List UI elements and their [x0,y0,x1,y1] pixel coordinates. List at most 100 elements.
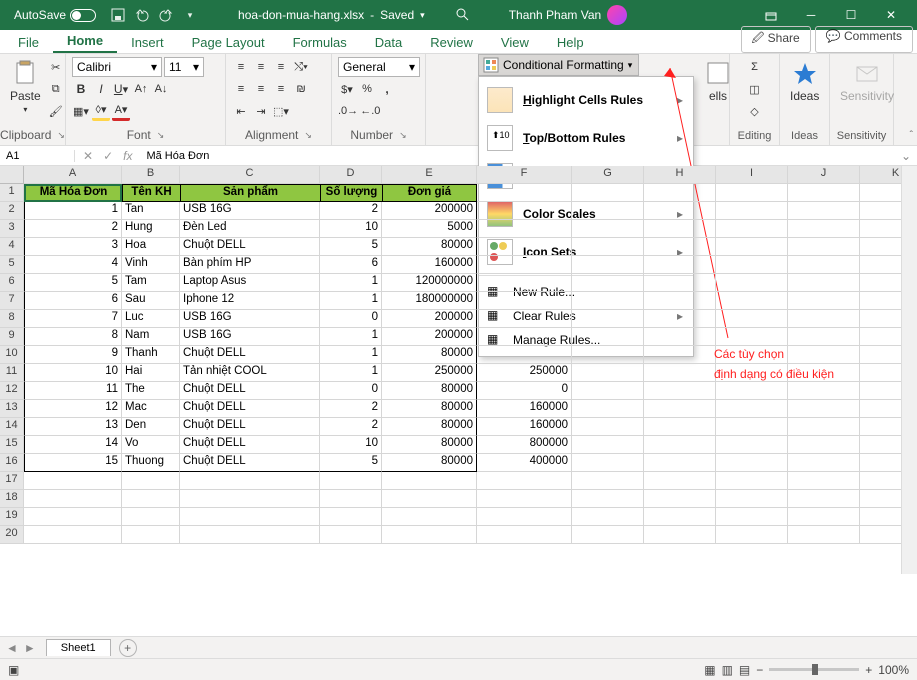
cell[interactable]: 2 [320,202,382,220]
align-mid-icon[interactable]: ≡ [252,57,270,77]
cell[interactable] [477,220,572,238]
cell[interactable] [788,526,860,544]
cell[interactable] [477,346,572,364]
cell[interactable]: Chuột DELL [180,238,320,256]
cell[interactable]: USB 16G [180,310,320,328]
cell[interactable]: 0 [320,382,382,400]
cell[interactable] [644,364,716,382]
cell[interactable] [572,490,644,508]
cell[interactable] [644,490,716,508]
cell[interactable] [644,220,716,238]
tab-insert[interactable]: Insert [117,31,178,53]
cut-icon[interactable]: ✂ [47,57,65,77]
cell[interactable] [716,202,788,220]
cell[interactable]: Hai [122,364,180,382]
orientation-icon[interactable]: ⤭▾ [292,57,310,77]
ideas-button[interactable]: Ideas [786,57,823,105]
cell[interactable] [644,274,716,292]
cell[interactable] [644,346,716,364]
cell[interactable] [320,472,382,490]
cell[interactable]: 400000 [477,454,572,472]
save-icon[interactable] [110,7,126,23]
cell[interactable]: Chuột DELL [180,418,320,436]
cell[interactable] [716,184,788,202]
col-header[interactable]: D [320,166,382,184]
cell[interactable]: The [122,382,180,400]
cell[interactable]: 11 [24,382,122,400]
cell[interactable]: 4 [24,256,122,274]
cell[interactable] [716,526,788,544]
cell[interactable] [644,436,716,454]
cell[interactable]: Nam [122,328,180,346]
cell[interactable] [644,184,716,202]
cell[interactable] [572,364,644,382]
cell[interactable] [644,256,716,274]
cell[interactable] [477,490,572,508]
cell[interactable] [477,238,572,256]
cell[interactable]: 5000 [382,220,477,238]
cell[interactable] [716,508,788,526]
cell[interactable]: 200000 [382,310,477,328]
cell[interactable] [24,526,122,544]
cf-highlight-rules[interactable]: Highlight Cells Rules▸ [479,81,693,119]
cell[interactable] [320,508,382,526]
cell[interactable] [644,202,716,220]
cell[interactable] [382,472,477,490]
cell[interactable] [716,238,788,256]
comments-button[interactable]: 💬 Comments [815,26,913,53]
cell[interactable]: Tan [122,202,180,220]
cell[interactable]: 1 [24,202,122,220]
cell[interactable]: Chuột DELL [180,454,320,472]
sheet-tab-sheet1[interactable]: Sheet1 [46,639,111,656]
cell[interactable] [788,310,860,328]
font-color-icon[interactable]: A▾ [112,101,130,121]
cell[interactable]: USB 16G [180,202,320,220]
cell[interactable] [24,490,122,508]
cell[interactable]: 1 [320,346,382,364]
cell[interactable] [716,454,788,472]
cell[interactable] [24,472,122,490]
sheet-last-icon[interactable]: ► [24,641,36,655]
col-header[interactable]: G [572,166,644,184]
sensitivity-button[interactable]: Sensitivity [836,57,898,105]
comma-icon[interactable]: , [378,79,396,99]
user-name[interactable]: Thanh Pham Van [509,8,602,22]
cell[interactable]: Luc [122,310,180,328]
cell[interactable] [716,418,788,436]
copy-icon[interactable]: ⧉ [47,79,65,99]
tab-view[interactable]: View [487,31,543,53]
decrease-decimal-icon[interactable]: ←.0 [360,101,380,121]
increase-decimal-icon[interactable]: .0→ [338,101,358,121]
cell[interactable] [644,292,716,310]
col-header[interactable]: A [24,166,122,184]
cell[interactable]: 5 [320,454,382,472]
redo-icon[interactable] [158,7,174,23]
number-format-combo[interactable]: General▾ [338,57,420,77]
cell[interactable] [788,184,860,202]
cell[interactable]: 80000 [382,418,477,436]
row-header[interactable]: 6 [0,274,24,292]
cell[interactable] [572,256,644,274]
cell[interactable]: 12 [24,400,122,418]
avatar[interactable] [607,5,627,25]
tab-help[interactable]: Help [543,31,598,53]
cell[interactable]: 250000 [382,364,477,382]
wrap-text-icon[interactable]: ₪ [292,79,310,99]
cell[interactable] [572,328,644,346]
cell[interactable]: 800000 [477,436,572,454]
page-break-view-icon[interactable]: ▤ [739,663,750,677]
col-header[interactable]: C [180,166,320,184]
font-name-combo[interactable]: Calibri▾ [72,57,162,77]
sum-icon[interactable]: Σ [746,57,764,77]
cf-top-bottom-rules[interactable]: ⬆10 Top/Bottom Rules▸ [479,119,693,157]
cell[interactable]: 7 [24,310,122,328]
cell[interactable]: 80000 [382,400,477,418]
increase-indent-icon[interactable]: ⇥ [252,101,270,121]
cell[interactable] [477,472,572,490]
cell[interactable] [572,400,644,418]
cell[interactable]: 5 [320,238,382,256]
cell[interactable]: 80000 [382,436,477,454]
font-size-combo[interactable]: 11▾ [164,57,204,77]
cell[interactable] [180,472,320,490]
cell[interactable] [382,508,477,526]
